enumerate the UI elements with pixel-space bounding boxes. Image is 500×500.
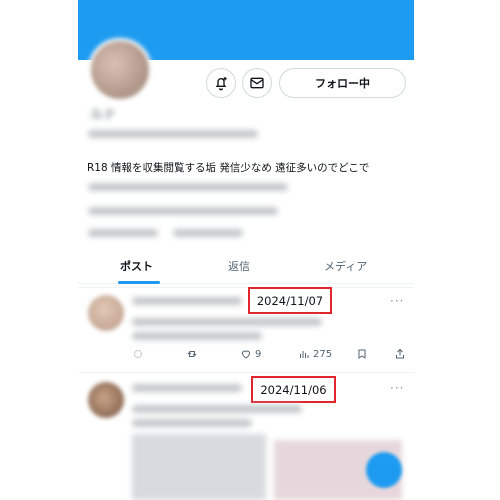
post-date: 2024/11/07: [256, 293, 324, 308]
compose-fab[interactable]: [366, 452, 402, 488]
post-text-blurred: [132, 318, 322, 326]
heart-icon: [241, 350, 251, 359]
following-button[interactable]: フォロー中: [279, 68, 406, 98]
like-count: 9: [255, 348, 262, 360]
bell-plus-icon: [215, 77, 227, 91]
views-button[interactable]: 275: [298, 348, 332, 360]
tab-media[interactable]: メディア: [324, 258, 367, 274]
repost-button[interactable]: [186, 348, 201, 360]
notify-button[interactable]: [206, 68, 236, 98]
followers-count-blurred[interactable]: [173, 229, 243, 237]
reply-icon: [134, 350, 142, 358]
post-text-blurred: [132, 405, 302, 413]
bookmark-icon: [358, 349, 366, 359]
more-icon[interactable]: ···: [390, 294, 404, 308]
reply-button[interactable]: [132, 348, 147, 360]
handle-blurred: [88, 130, 258, 138]
envelope-icon: [250, 77, 264, 89]
bio-line2-blurred: [88, 183, 288, 191]
bookmark-button[interactable]: [356, 348, 371, 360]
bio-text: R18 情報を収集閲覧する垢 発信少なめ 遠征多いのでどこで: [87, 162, 370, 174]
profile-meta-blurred: [88, 207, 278, 215]
profile-screen: フォロー中 ルナ R18 情報を収集閲覧する垢 発信少なめ 遠征多いのでどこで …: [78, 0, 414, 500]
post-text-blurred: [132, 332, 262, 340]
display-name: ルナ: [90, 108, 117, 123]
repost-icon: [187, 351, 197, 357]
post-text-blurred: [132, 419, 252, 427]
divider: [78, 287, 414, 288]
following-count-blurred[interactable]: [88, 229, 158, 237]
tab-posts[interactable]: ポスト: [120, 258, 153, 274]
post-avatar[interactable]: [88, 382, 124, 418]
like-button[interactable]: 9: [240, 348, 261, 360]
view-count: 275: [313, 348, 333, 360]
post-date-highlight: 2024/11/07: [248, 287, 332, 314]
post-author-blurred: [132, 297, 242, 305]
post-author-blurred: [132, 384, 242, 392]
post-date-highlight: 2024/11/06: [251, 376, 336, 403]
more-icon[interactable]: ···: [390, 381, 404, 395]
post-actions: 9 275: [128, 348, 408, 366]
share-button[interactable]: [394, 348, 409, 360]
post-avatar[interactable]: [88, 295, 124, 331]
message-button[interactable]: [242, 68, 272, 98]
divider: [78, 372, 414, 373]
post-date: 2024/11/06: [260, 382, 327, 397]
share-icon: [396, 348, 404, 359]
profile-avatar[interactable]: [88, 38, 152, 102]
post-image-blurred[interactable]: [132, 434, 266, 500]
bar-chart-icon: [300, 351, 309, 358]
tab-replies[interactable]: 返信: [228, 258, 250, 274]
active-tab-indicator: [118, 281, 160, 284]
profile-tabs: ポスト 返信 メディア: [78, 252, 414, 284]
